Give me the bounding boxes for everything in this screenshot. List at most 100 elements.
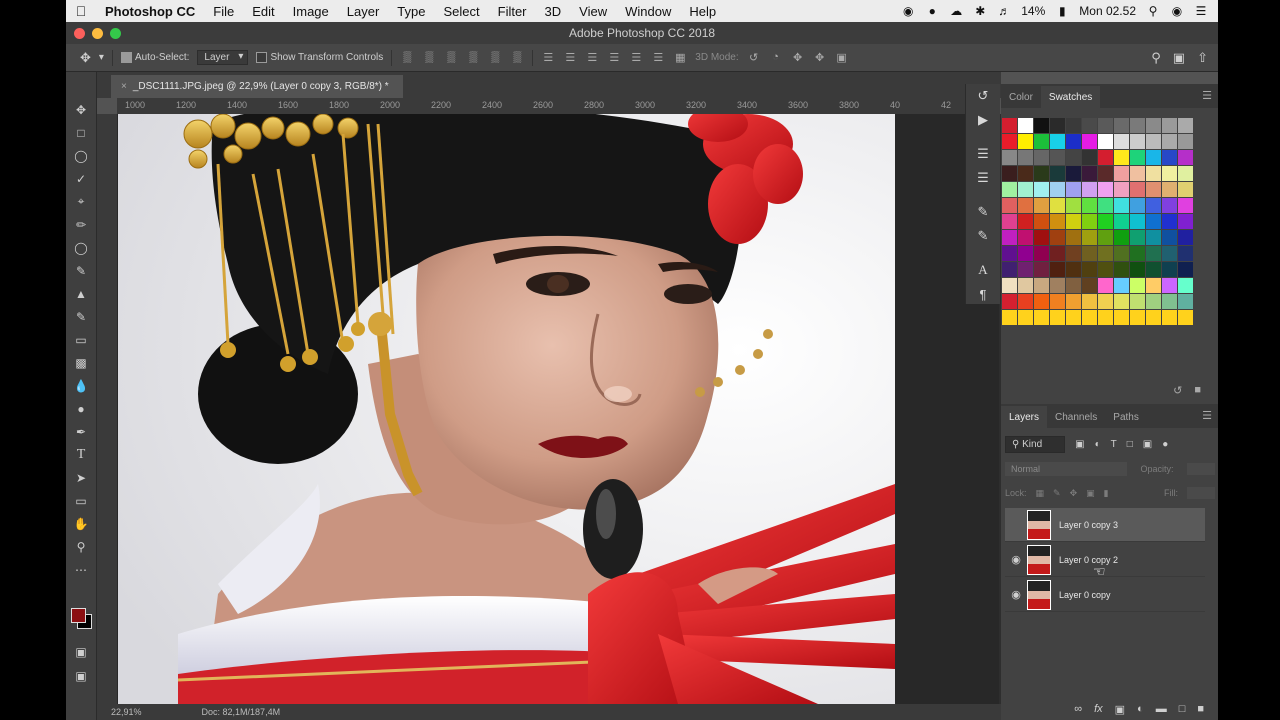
apple-icon[interactable]:  bbox=[66, 3, 96, 19]
color-swatch[interactable] bbox=[1146, 166, 1161, 181]
color-swatch[interactable] bbox=[1114, 262, 1129, 277]
brush-tool-icon[interactable]: ✎ bbox=[66, 259, 96, 282]
menubar-clock[interactable]: Mon 02.52 bbox=[1079, 4, 1136, 18]
color-swatch[interactable] bbox=[1050, 166, 1065, 181]
crop-tool-icon[interactable]: ⌖ bbox=[66, 190, 96, 213]
brushes-panel-icon[interactable]: ✎ bbox=[966, 224, 1000, 248]
color-swatch[interactable] bbox=[1018, 118, 1033, 133]
zoom-tool-icon[interactable]: ⚲ bbox=[66, 535, 96, 558]
color-swatch[interactable] bbox=[1082, 214, 1097, 229]
spotlight-search-icon[interactable]: ⚲ bbox=[1146, 4, 1160, 18]
color-swatch[interactable] bbox=[1050, 262, 1065, 277]
color-swatch[interactable] bbox=[1082, 182, 1097, 197]
share-icon[interactable]: ⇧ bbox=[1197, 50, 1208, 66]
actions-panel-icon[interactable]: ▶ bbox=[966, 108, 1000, 132]
new-adjustment-icon[interactable]: ◐ bbox=[1137, 703, 1144, 715]
lock-transparent-icon[interactable]: ▦ bbox=[1036, 488, 1045, 499]
brush-settings-icon[interactable]: ✎ bbox=[966, 200, 1000, 224]
color-swatch[interactable] bbox=[1002, 310, 1017, 325]
color-swatch[interactable] bbox=[1018, 278, 1033, 293]
color-swatch[interactable] bbox=[1002, 294, 1017, 309]
close-tab-icon[interactable]: × bbox=[121, 81, 127, 92]
distribute-top-icon[interactable]: ☰ bbox=[541, 51, 555, 65]
lock-position-icon[interactable]: ✥ bbox=[1070, 488, 1078, 499]
menu-app-name[interactable]: Photoshop CC bbox=[96, 4, 204, 19]
color-swatch[interactable] bbox=[1066, 150, 1081, 165]
color-swatch[interactable] bbox=[1066, 278, 1081, 293]
color-swatch[interactable] bbox=[1002, 214, 1017, 229]
color-swatch[interactable] bbox=[1146, 262, 1161, 277]
color-swatch[interactable] bbox=[1130, 246, 1145, 261]
opacity-field[interactable] bbox=[1186, 463, 1215, 475]
filter-toggle-icon[interactable]: ● bbox=[1162, 439, 1168, 450]
color-swatch[interactable] bbox=[1066, 310, 1081, 325]
color-swatch[interactable] bbox=[1018, 230, 1033, 245]
color-swatch[interactable] bbox=[1130, 150, 1145, 165]
color-swatch[interactable] bbox=[1162, 294, 1177, 309]
more-tools-icon[interactable]: ⋯ bbox=[66, 558, 96, 581]
color-swatch[interactable] bbox=[1018, 134, 1033, 149]
auto-select-checkbox[interactable]: Auto-Select: bbox=[120, 51, 189, 63]
color-swatch[interactable] bbox=[1146, 294, 1161, 309]
menu-3d[interactable]: 3D bbox=[536, 4, 571, 19]
color-swatch[interactable] bbox=[1098, 246, 1113, 261]
new-layer-icon[interactable]: □ bbox=[1179, 703, 1186, 715]
vertical-ruler[interactable] bbox=[97, 114, 118, 704]
color-swatch[interactable] bbox=[1114, 150, 1129, 165]
color-swatch[interactable] bbox=[1146, 214, 1161, 229]
color-swatch[interactable] bbox=[1114, 118, 1129, 133]
tab-color[interactable]: Color bbox=[1001, 86, 1041, 108]
color-swatch[interactable] bbox=[1098, 230, 1113, 245]
rectangle-tool-icon[interactable]: ▭ bbox=[66, 489, 96, 512]
color-swatch[interactable] bbox=[1034, 134, 1049, 149]
eraser-tool-icon[interactable]: ▭ bbox=[66, 328, 96, 351]
tab-layers[interactable]: Layers bbox=[1001, 406, 1048, 428]
color-swatch[interactable] bbox=[1050, 198, 1065, 213]
tab-paths[interactable]: Paths bbox=[1105, 406, 1147, 428]
path-selection-tool-icon[interactable]: ➤ bbox=[66, 466, 96, 489]
color-swatch[interactable] bbox=[1098, 118, 1113, 133]
color-swatch[interactable] bbox=[1178, 198, 1193, 213]
lock-image-icon[interactable]: ✎ bbox=[1053, 488, 1061, 499]
lock-artboard-icon[interactable]: ▣ bbox=[1086, 488, 1095, 499]
gradient-tool-icon[interactable]: ▩ bbox=[66, 351, 96, 374]
color-swatch[interactable] bbox=[1178, 230, 1193, 245]
color-swatch[interactable] bbox=[1114, 246, 1129, 261]
battery-icon[interactable]: ▮ bbox=[1055, 4, 1069, 18]
color-swatch[interactable] bbox=[1002, 182, 1017, 197]
color-swatch[interactable] bbox=[1098, 198, 1113, 213]
move-tool-icon[interactable]: ✥ bbox=[80, 50, 91, 66]
color-swatch[interactable] bbox=[1162, 166, 1177, 181]
color-swatch[interactable] bbox=[1130, 262, 1145, 277]
color-swatch[interactable] bbox=[1098, 294, 1113, 309]
color-swatch[interactable] bbox=[1146, 310, 1161, 325]
paragraph-panel-icon[interactable]: ¶ bbox=[966, 282, 1000, 306]
color-swatch[interactable] bbox=[1018, 166, 1033, 181]
color-swatch[interactable] bbox=[1018, 310, 1033, 325]
color-swatch[interactable] bbox=[1082, 262, 1097, 277]
history-panel-icon[interactable]: ↺ bbox=[966, 84, 1000, 108]
type-tool-icon[interactable]: T bbox=[66, 443, 96, 466]
layer-name[interactable]: Layer 0 copy bbox=[1059, 590, 1111, 600]
color-swatch[interactable] bbox=[1082, 294, 1097, 309]
align-hcenter-icon[interactable]: ▒ bbox=[488, 51, 502, 65]
color-swatch[interactable] bbox=[1130, 166, 1145, 181]
character-panel-icon[interactable]: A bbox=[966, 258, 1000, 282]
color-swatch[interactable] bbox=[1146, 134, 1161, 149]
color-swatch[interactable] bbox=[1178, 246, 1193, 261]
canvas-area[interactable] bbox=[117, 114, 999, 704]
color-swatch[interactable] bbox=[1066, 294, 1081, 309]
tab-swatches[interactable]: Swatches bbox=[1040, 86, 1101, 108]
horizontal-ruler[interactable]: 1000 1200 1400 1600 1800 2000 2200 2400 2600 2800… bbox=[117, 98, 999, 115]
color-swatch[interactable] bbox=[1082, 310, 1097, 325]
color-swatch[interactable] bbox=[1018, 214, 1033, 229]
record-icon[interactable]: ◉ bbox=[901, 4, 915, 18]
zoom-level[interactable]: 22,91% bbox=[111, 707, 142, 717]
document-tab[interactable]: × _DSC1111.JPG.jpeg @ 22,9% (Layer 0 cop… bbox=[111, 75, 403, 98]
color-swatch[interactable] bbox=[1130, 230, 1145, 245]
color-swatch[interactable] bbox=[1162, 310, 1177, 325]
menu-file[interactable]: File bbox=[204, 4, 243, 19]
shape-filter-icon[interactable]: □ bbox=[1127, 439, 1133, 450]
color-swatch[interactable] bbox=[1002, 166, 1017, 181]
auto-align-icon[interactable]: ▦ bbox=[673, 51, 687, 65]
